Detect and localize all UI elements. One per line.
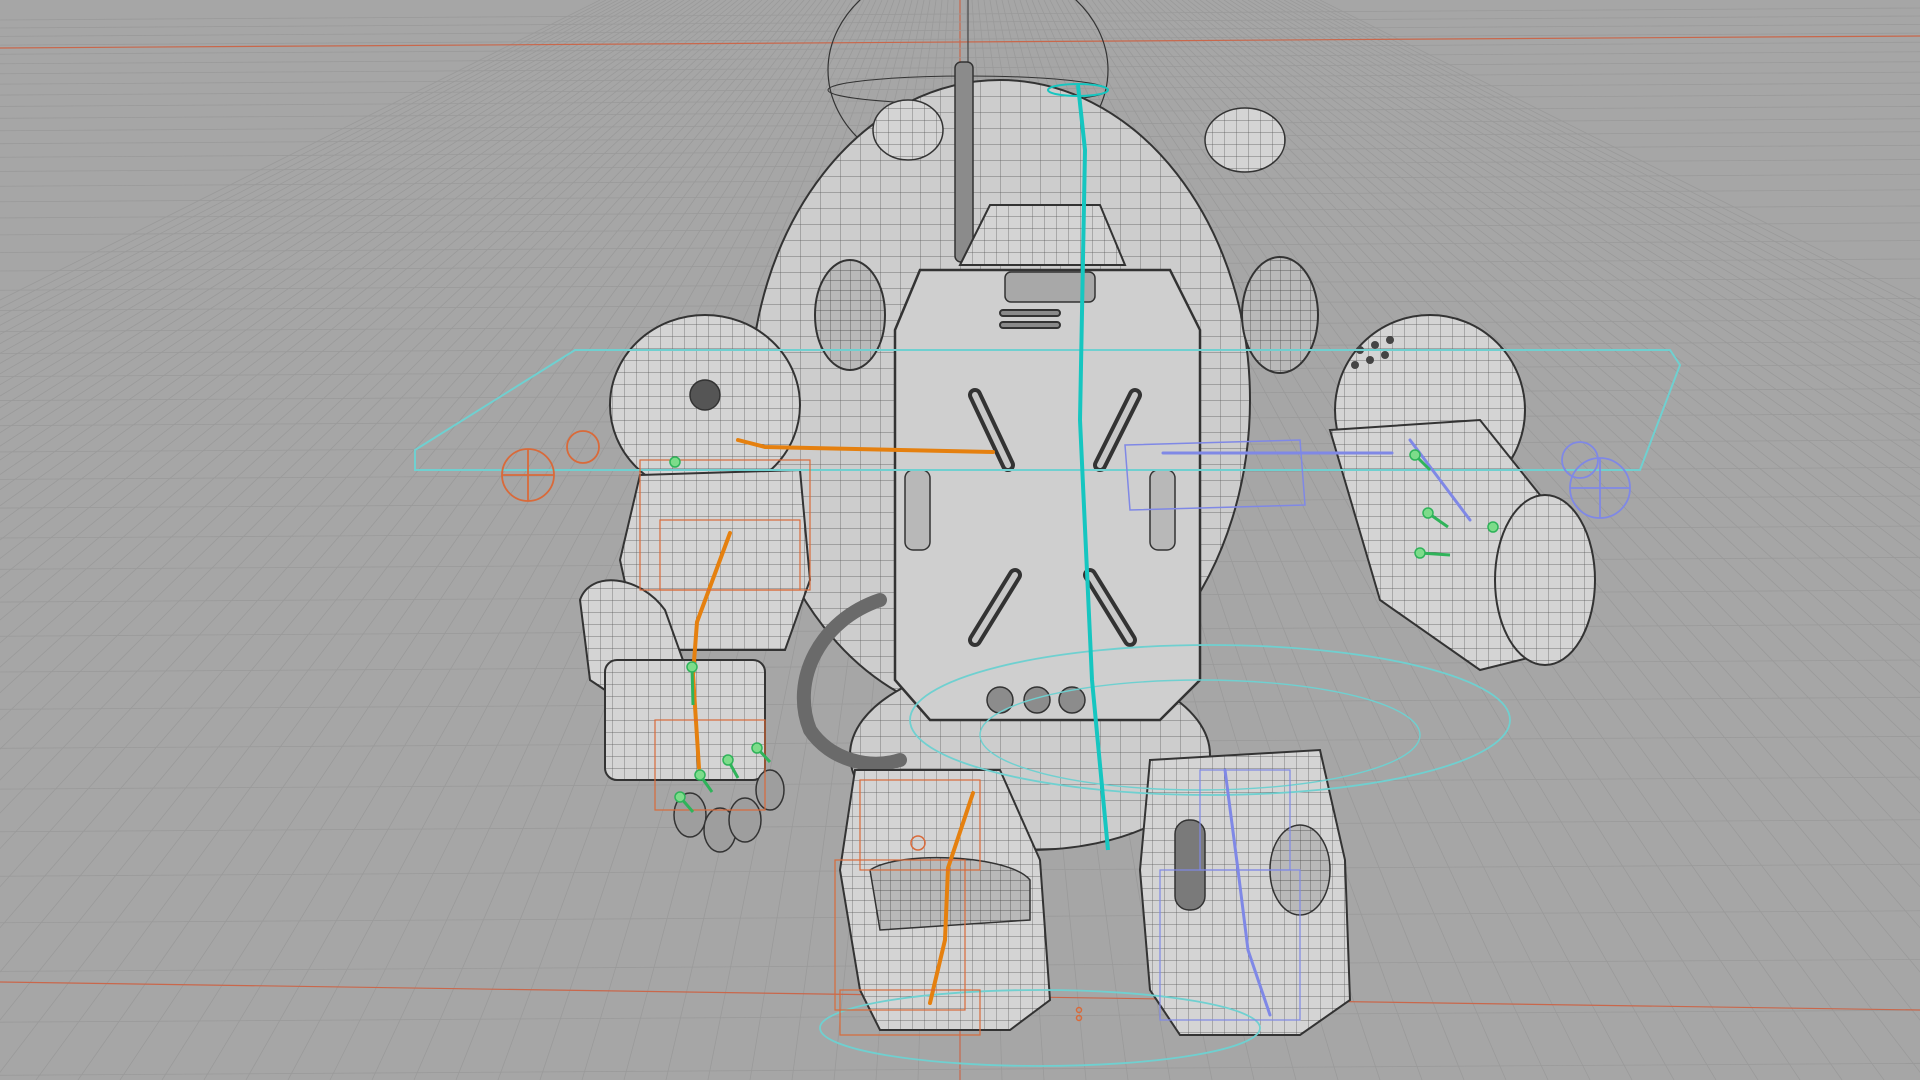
robot-mesh[interactable] (578, 0, 1596, 1036)
side-vent-right (1241, 256, 1319, 374)
left-shoulder-socket (689, 379, 721, 411)
viewport-scene[interactable] (0, 0, 1920, 1080)
grid-line-vertical (0, 0, 655, 386)
antenna[interactable] (954, 61, 974, 263)
top-bump-right (1204, 107, 1286, 173)
backpack-top (958, 204, 1127, 266)
backpack-side-left (904, 469, 931, 551)
right-elbow-guard[interactable] (1494, 494, 1596, 666)
top-bump-left (872, 99, 944, 161)
side-vent-left (814, 259, 886, 371)
grid-line-vertical (0, 0, 685, 447)
grid-line-vertical (0, 0, 631, 345)
grid-line-vertical (0, 0, 727, 559)
grid-line-vertical (0, 0, 703, 491)
grid-line-vertical (0, 0, 619, 326)
3d-viewport[interactable] (0, 0, 1920, 1080)
grid-line-vertical (0, 0, 613, 318)
grid-line-vertical (0, 0, 733, 579)
left-knee-pad (869, 856, 1031, 931)
grid-line-vertical (0, 0, 649, 375)
grid-line-vertical (0, 0, 697, 476)
grid-line-vertical (0, 0, 709, 507)
grid-line-vertical (0, 0, 601, 301)
